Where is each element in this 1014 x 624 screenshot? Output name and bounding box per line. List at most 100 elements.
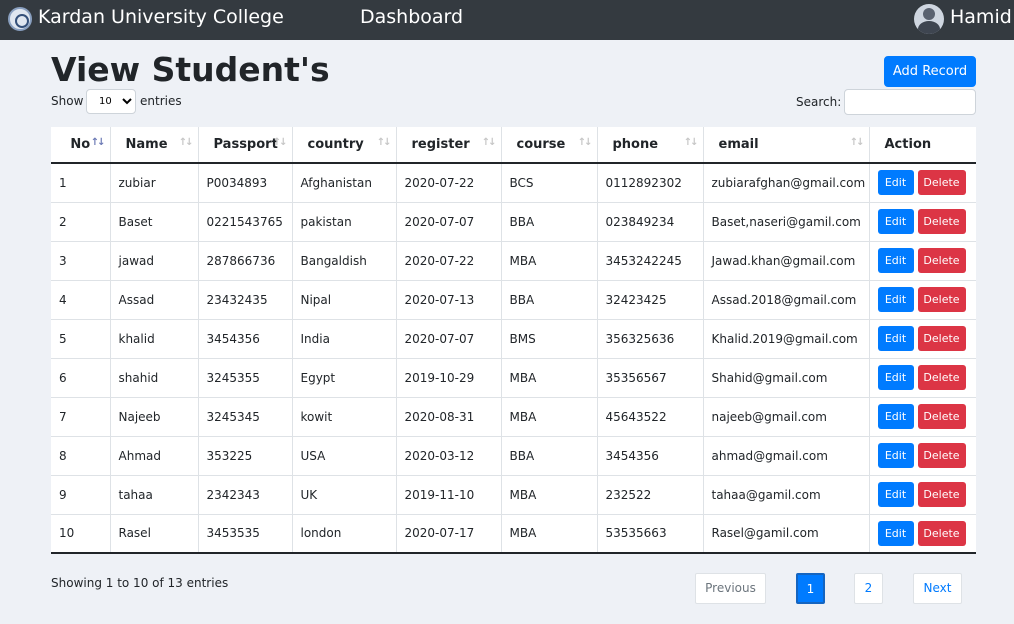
table-row: 3 jawad 287866736 Bangaldish 2020-07-22 MBA 34… bbox=[51, 241, 976, 281]
user-avatar[interactable] bbox=[914, 4, 944, 34]
edit-button[interactable]: Edit bbox=[877, 520, 914, 546]
entries-select[interactable]: 10 bbox=[86, 89, 136, 114]
cell-action: Edit Delete bbox=[869, 319, 976, 359]
cell-no: 8 bbox=[51, 436, 111, 476]
cell-phone: 356325636 bbox=[597, 319, 704, 359]
column-header-phone[interactable]: phone ↑↓ bbox=[597, 127, 704, 164]
cell-no: 5 bbox=[51, 319, 111, 359]
cell-country: london bbox=[292, 514, 397, 554]
edit-button[interactable]: Edit bbox=[877, 482, 914, 507]
cell-country: Bangaldish bbox=[292, 241, 397, 281]
cell-action: Edit Delete bbox=[869, 280, 976, 320]
cell-action: Edit Delete bbox=[869, 514, 976, 554]
cell-name: Assad bbox=[110, 280, 199, 320]
pagination-next[interactable]: Next bbox=[913, 573, 962, 604]
cell-phone: 35356567 bbox=[597, 358, 704, 398]
column-header-passport[interactable]: Passport ↑↓ bbox=[198, 127, 293, 164]
column-header-register[interactable]: register ↑↓ bbox=[396, 127, 502, 164]
cell-course: MBA bbox=[501, 514, 598, 554]
search-input[interactable] bbox=[844, 89, 976, 115]
cell-no: 9 bbox=[51, 475, 111, 515]
table-row: 9 tahaa 2342343 UK 2019-11-10 MBA 232522 tahaa@… bbox=[51, 475, 976, 515]
delete-button[interactable]: Delete bbox=[917, 365, 966, 390]
edit-button[interactable]: Edit bbox=[877, 248, 914, 273]
delete-button[interactable]: Delete bbox=[917, 326, 966, 351]
cell-phone: 45643522 bbox=[597, 397, 704, 437]
cell-name: tahaa bbox=[110, 475, 199, 515]
edit-button[interactable]: Edit bbox=[877, 209, 914, 234]
delete-button[interactable]: Delete bbox=[917, 287, 966, 312]
cell-action: Edit Delete bbox=[869, 202, 976, 242]
edit-button[interactable]: Edit bbox=[877, 170, 914, 196]
cell-passport: P0034893 bbox=[198, 163, 293, 203]
cell-course: BBA bbox=[501, 436, 598, 476]
cell-country: kowit bbox=[292, 397, 397, 437]
table-body: 1 zubiar P0034893 Afghanistan 2020-07-22 BCS 0… bbox=[51, 163, 976, 554]
sort-icon: ↑↓ bbox=[376, 137, 392, 148]
delete-button[interactable]: Delete bbox=[917, 404, 966, 429]
delete-button[interactable]: Delete bbox=[917, 170, 966, 196]
cell-course: BMS bbox=[501, 319, 598, 359]
column-header-course[interactable]: course ↑↓ bbox=[501, 127, 598, 164]
cell-country: India bbox=[292, 319, 397, 359]
cell-course: MBA bbox=[501, 241, 598, 281]
column-header-country[interactable]: country ↑↓ bbox=[292, 127, 397, 164]
cell-email: Assad.2018@gmail.com bbox=[703, 280, 870, 320]
table-row: 10 Rasel 3453535 london 2020-07-17 MBA 5353566… bbox=[51, 514, 976, 554]
delete-button[interactable]: Delete bbox=[917, 520, 966, 546]
cell-register: 2020-07-22 bbox=[396, 241, 502, 281]
cell-email: Shahid@gmail.com bbox=[703, 358, 870, 398]
cell-email: Baset,naseri@gamil.com bbox=[703, 202, 870, 242]
nav-dashboard-link[interactable]: Dashboard bbox=[360, 5, 463, 29]
cell-no: 1 bbox=[51, 163, 111, 203]
edit-button[interactable]: Edit bbox=[877, 326, 914, 351]
sort-ascending-icon: ↑↓ bbox=[90, 137, 106, 148]
table-header-row: No ↑↓ Name ↑↓ Passport ↑↓ country ↑↓ reg… bbox=[51, 127, 976, 164]
cell-course: MBA bbox=[501, 397, 598, 437]
table-row: 4 Assad 23432435 Nipal 2020-07-13 BBA 32423425… bbox=[51, 280, 976, 320]
brand-title[interactable]: Kardan University College bbox=[38, 5, 284, 29]
edit-button[interactable]: Edit bbox=[877, 404, 914, 429]
cell-register: 2020-07-17 bbox=[396, 514, 502, 554]
cell-email: ahmad@gmail.com bbox=[703, 436, 870, 476]
page-title: View Student's bbox=[51, 50, 330, 89]
cell-country: USA bbox=[292, 436, 397, 476]
add-record-button[interactable]: Add Record bbox=[884, 56, 976, 87]
cell-passport: 3245345 bbox=[198, 397, 293, 437]
cell-country: Nipal bbox=[292, 280, 397, 320]
cell-passport: 3453535 bbox=[198, 514, 293, 554]
column-header-no[interactable]: No ↑↓ bbox=[51, 127, 111, 164]
cell-register: 2020-07-07 bbox=[396, 319, 502, 359]
cell-register: 2020-07-07 bbox=[396, 202, 502, 242]
cell-passport: 3454356 bbox=[198, 319, 293, 359]
sort-icon: ↑↓ bbox=[849, 137, 865, 148]
cell-register: 2020-07-13 bbox=[396, 280, 502, 320]
pagination-previous[interactable]: Previous bbox=[695, 573, 766, 604]
table-row: 2 Baset 0221543765 pakistan 2020-07-07 BBA 023… bbox=[51, 202, 976, 242]
user-name[interactable]: Hamid bbox=[950, 5, 1012, 29]
column-header-name[interactable]: Name ↑↓ bbox=[110, 127, 199, 164]
students-table: No ↑↓ Name ↑↓ Passport ↑↓ country ↑↓ reg… bbox=[51, 127, 976, 554]
cell-name: khalid bbox=[110, 319, 199, 359]
cell-no: 6 bbox=[51, 358, 111, 398]
edit-button[interactable]: Edit bbox=[877, 365, 914, 390]
delete-button[interactable]: Delete bbox=[917, 443, 966, 468]
column-header-email[interactable]: email ↑↓ bbox=[703, 127, 870, 164]
sort-icon: ↑↓ bbox=[481, 137, 497, 148]
cell-passport: 3245355 bbox=[198, 358, 293, 398]
cell-register: 2020-03-12 bbox=[396, 436, 502, 476]
sort-icon: ↑↓ bbox=[272, 137, 288, 148]
edit-button[interactable]: Edit bbox=[877, 287, 914, 312]
delete-button[interactable]: Delete bbox=[917, 209, 966, 234]
cell-name: zubiar bbox=[110, 163, 199, 203]
cell-phone: 0112892302 bbox=[597, 163, 704, 203]
delete-button[interactable]: Delete bbox=[917, 482, 966, 507]
pagination-page-2[interactable]: 2 bbox=[854, 573, 883, 604]
edit-button[interactable]: Edit bbox=[877, 443, 914, 468]
cell-action: Edit Delete bbox=[869, 397, 976, 437]
cell-phone: 32423425 bbox=[597, 280, 704, 320]
cell-email: najeeb@gmail.com bbox=[703, 397, 870, 437]
table-info: Showing 1 to 10 of 13 entries bbox=[51, 576, 229, 590]
delete-button[interactable]: Delete bbox=[917, 248, 966, 273]
pagination-page-1[interactable]: 1 bbox=[796, 573, 825, 604]
